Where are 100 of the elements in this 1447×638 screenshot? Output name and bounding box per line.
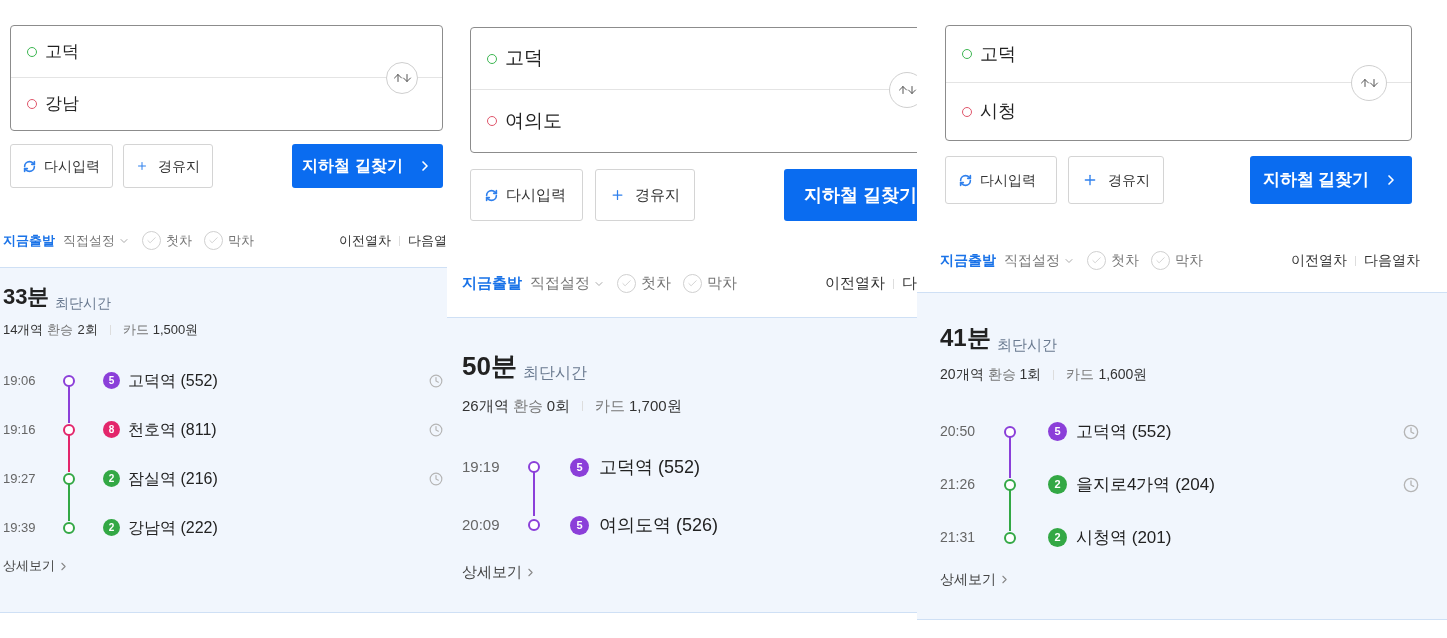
duration-text: 33분 — [3, 286, 50, 311]
departure-time: 19:39 — [3, 518, 37, 537]
swap-arrows-icon — [1358, 77, 1380, 89]
departure-time: 20:09 — [462, 514, 501, 535]
line-badge: 8 — [103, 421, 120, 438]
previous-train-link[interactable]: 이전열차 — [339, 230, 391, 251]
station-name: 천호역 (811) — [128, 419, 217, 440]
destination-field[interactable]: 강남 — [45, 91, 79, 117]
train-toggle[interactable]: 첫차 — [617, 272, 671, 295]
train-toggle[interactable]: 첫차 — [1087, 250, 1139, 271]
station-name: 고덕역 (552) — [599, 455, 701, 479]
swap-button[interactable] — [889, 72, 917, 108]
waypoint-button[interactable]: 경유지 — [1068, 156, 1164, 204]
destination-field[interactable]: 여의도 — [505, 106, 562, 136]
clock-icon[interactable] — [1403, 423, 1419, 440]
route-line — [533, 472, 535, 516]
swap-arrows-icon — [896, 84, 917, 96]
waypoint-button[interactable]: 경유지 — [123, 144, 213, 188]
refresh-icon — [485, 188, 498, 202]
transfer-count: 2회 — [77, 321, 98, 340]
duration-text: 50분 — [462, 353, 517, 383]
station-name: 을지로4가역 (204) — [1076, 473, 1215, 496]
departure-time: 20:50 — [940, 422, 977, 441]
swap-button[interactable] — [386, 62, 418, 94]
subway-search-button[interactable]: 지하철 길찾기 — [1250, 156, 1412, 204]
reset-button[interactable]: 다시입력 — [945, 156, 1057, 204]
detail-link[interactable]: 상세보기 — [3, 556, 70, 576]
detail-link[interactable]: 상세보기 — [940, 569, 1011, 589]
departure-mode-tab[interactable]: 직접설정 — [530, 272, 605, 295]
origin-field[interactable]: 고덕 — [980, 40, 1016, 68]
route-line — [1009, 436, 1011, 478]
route-line — [1009, 489, 1011, 531]
transfer-count: 0회 — [546, 395, 571, 416]
line-badge: 2 — [1048, 475, 1067, 494]
destination-field[interactable]: 시청 — [980, 98, 1016, 125]
refresh-icon — [959, 173, 972, 187]
fastest-tag: 최단시간 — [996, 333, 1057, 356]
fastest-tag: 최단시간 — [522, 361, 587, 385]
fare-amount: 1,600원 — [1098, 365, 1148, 384]
fare-label: 카드 — [1066, 365, 1095, 384]
origin-field[interactable]: 고덕 — [45, 38, 79, 65]
transfer-label: 환승 — [512, 395, 543, 416]
station-name: 고덕역 (552) — [128, 370, 218, 391]
departure-time: 19:06 — [3, 371, 37, 390]
station-count: 20개역 — [940, 365, 984, 384]
station-name: 고덕역 (552) — [1076, 420, 1172, 443]
previous-train-link[interactable]: 이전열차 — [825, 272, 885, 295]
departure-time: 21:31 — [940, 528, 977, 547]
swap-arrows-icon — [391, 72, 413, 84]
train-toggle[interactable]: 첫차 — [142, 230, 192, 251]
line-badge: 2 — [103, 470, 120, 487]
clock-icon[interactable] — [429, 373, 443, 388]
station-count: 14개역 — [3, 321, 44, 340]
train-toggle[interactable]: 막차 — [683, 272, 737, 295]
next-train-link[interactable]: 다음열차 — [1364, 250, 1420, 271]
line-badge: 2 — [103, 519, 120, 536]
station-name: 잠실역 (216) — [128, 468, 218, 489]
departure-mode-tab[interactable]: 직접설정 — [63, 230, 130, 251]
fare-amount: 1,500원 — [152, 321, 199, 340]
route-line — [68, 434, 70, 472]
clock-icon[interactable] — [429, 471, 443, 486]
subway-search-button[interactable]: 지하철 길찾기 — [784, 169, 917, 221]
station-count: 26개역 — [462, 395, 509, 416]
previous-train-link[interactable]: 이전열차 — [1291, 250, 1347, 271]
departure-time: 19:16 — [3, 420, 37, 439]
plus-icon — [610, 187, 625, 203]
departure-time: 19:27 — [3, 469, 37, 488]
station-name: 시청역 (201) — [1076, 526, 1172, 549]
departure-mode-tab[interactable]: 지금출발 — [3, 230, 55, 251]
line-badge: 5 — [1048, 422, 1067, 441]
clock-icon[interactable] — [1403, 476, 1419, 493]
detail-link[interactable]: 상세보기 — [462, 561, 537, 583]
reset-button[interactable]: 다시입력 — [470, 169, 583, 221]
next-train-link[interactable]: 다음열 — [408, 230, 447, 251]
fare-label: 카드 — [595, 395, 626, 416]
clock-icon[interactable] — [429, 422, 443, 437]
departure-mode-tab[interactable]: 직접설정 — [1004, 250, 1075, 271]
departure-time: 21:26 — [940, 475, 977, 494]
train-toggle[interactable]: 막차 — [204, 230, 254, 251]
fastest-tag: 최단시간 — [55, 293, 112, 314]
route-line — [68, 385, 70, 423]
route-line — [68, 483, 70, 521]
departure-mode-tab[interactable]: 지금출발 — [940, 250, 996, 271]
swap-button[interactable] — [1351, 65, 1387, 101]
subway-search-button[interactable]: 지하철 길찾기 — [292, 144, 443, 188]
line-badge: 5 — [570, 515, 589, 535]
line-badge: 5 — [570, 457, 589, 477]
waypoint-button[interactable]: 경유지 — [595, 169, 695, 221]
plus-icon — [1082, 172, 1098, 188]
reset-button[interactable]: 다시입력 — [10, 144, 113, 188]
departure-mode-tab[interactable]: 지금출발 — [462, 272, 522, 295]
fare-amount: 1,700원 — [629, 395, 682, 416]
line-badge: 2 — [1048, 528, 1067, 547]
line-badge: 5 — [103, 372, 120, 389]
station-name: 강남역 (222) — [128, 517, 218, 538]
next-train-link[interactable]: 다 — [902, 272, 917, 295]
transfer-count: 1회 — [1019, 365, 1042, 384]
origin-field[interactable]: 고덕 — [505, 44, 543, 73]
train-toggle[interactable]: 막차 — [1151, 250, 1203, 271]
departure-time: 19:19 — [462, 456, 501, 477]
